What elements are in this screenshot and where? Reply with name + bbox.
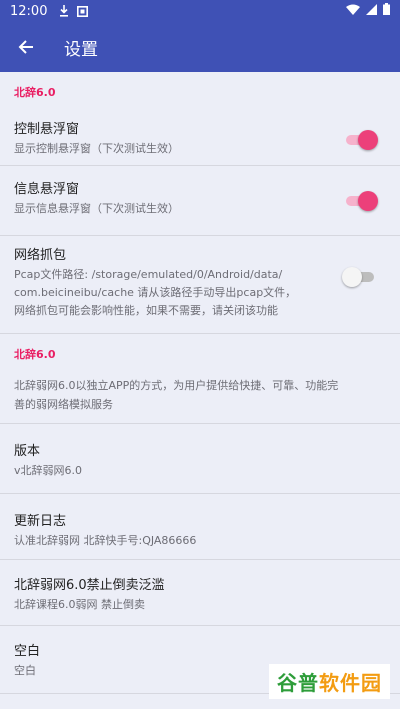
packet-capture-summary-line: com.beicineibu/cache 请从该路径手动导出pcap文件， xyxy=(14,286,297,299)
floating-control-title: 控制悬浮窗 xyxy=(14,122,80,137)
version-summary: v北辞弱网6.0 xyxy=(14,464,83,477)
watermark-part2: 软件园 xyxy=(319,671,382,695)
cellular-icon xyxy=(366,3,377,19)
status-time: 12:00 xyxy=(10,3,48,19)
battery-icon xyxy=(383,3,390,19)
floating-control-summary: 显示控制悬浮窗（下次测试生效） xyxy=(14,142,179,155)
notification-icon xyxy=(77,5,89,17)
about-description-line: 善的弱网络模拟服务 xyxy=(14,398,113,411)
packet-capture-switch[interactable] xyxy=(342,266,376,287)
floating-info-summary: 显示信息悬浮窗（下次测试生效） xyxy=(14,202,179,215)
floating-control-setting[interactable]: 控制悬浮窗 显示控制悬浮窗（下次测试生效） xyxy=(0,114,400,166)
watermark-logo: 谷普 软件园 xyxy=(269,664,390,699)
version-item[interactable]: 版本 v北辞弱网6.0 xyxy=(0,424,400,494)
status-bar: 12:00 xyxy=(0,0,400,22)
back-arrow-icon[interactable] xyxy=(14,35,38,59)
floating-info-setting[interactable]: 信息悬浮窗 显示信息悬浮窗（下次测试生效） xyxy=(0,166,400,236)
packet-capture-summary-line: Pcap文件路径: /storage/emulated/0/Android/da… xyxy=(14,268,283,281)
app-bar: 设置 xyxy=(0,22,400,72)
switch-thumb xyxy=(358,129,378,150)
floating-info-title: 信息悬浮窗 xyxy=(14,182,80,197)
download-icon xyxy=(59,5,69,17)
changelog-title: 更新日志 xyxy=(14,514,67,529)
version-title: 版本 xyxy=(14,444,41,459)
switch-thumb xyxy=(342,266,362,287)
changelog-item[interactable]: 更新日志 认准北辞弱网 北辞快手号:QJA86666 xyxy=(0,494,400,560)
about-section-title: 北辞6.0 xyxy=(14,348,56,361)
about-description-line: 北辞弱网6.0以独立APP的方式，为用户提供给快捷、可靠、功能完 xyxy=(14,379,339,392)
page-title: 设置 xyxy=(64,39,98,60)
changelog-summary: 认准北辞弱网 北辞快手号:QJA86666 xyxy=(14,534,197,547)
floating-control-switch[interactable] xyxy=(344,129,378,150)
notice-item[interactable]: 北辞弱网6.0禁止倒卖泛滥 北辞课程6.0弱网 禁止倒卖 xyxy=(0,560,400,626)
wifi-icon xyxy=(346,4,360,19)
about-description: 北辞弱网6.0以独立APP的方式，为用户提供给快捷、可靠、功能完 善的弱网络模拟… xyxy=(0,376,400,424)
switch-thumb xyxy=(358,190,378,211)
packet-capture-summary-line: 网络抓包可能会影响性能，如果不需要，请关闭该功能 xyxy=(14,304,278,317)
settings-list: 北辞6.0 控制悬浮窗 显示控制悬浮窗（下次测试生效） 信息悬浮窗 显示信息悬浮… xyxy=(0,72,400,694)
packet-capture-title: 网络抓包 xyxy=(14,248,67,263)
settings-section-title: 北辞6.0 xyxy=(14,86,56,99)
notice-summary: 北辞课程6.0弱网 禁止倒卖 xyxy=(14,598,145,611)
notice-title: 北辞弱网6.0禁止倒卖泛滥 xyxy=(14,578,165,593)
packet-capture-setting[interactable]: 网络抓包 Pcap文件路径: /storage/emulated/0/Andro… xyxy=(0,236,400,334)
blank-title: 空白 xyxy=(14,644,41,659)
watermark-part1: 谷普 xyxy=(277,671,319,695)
floating-info-switch[interactable] xyxy=(344,190,378,211)
